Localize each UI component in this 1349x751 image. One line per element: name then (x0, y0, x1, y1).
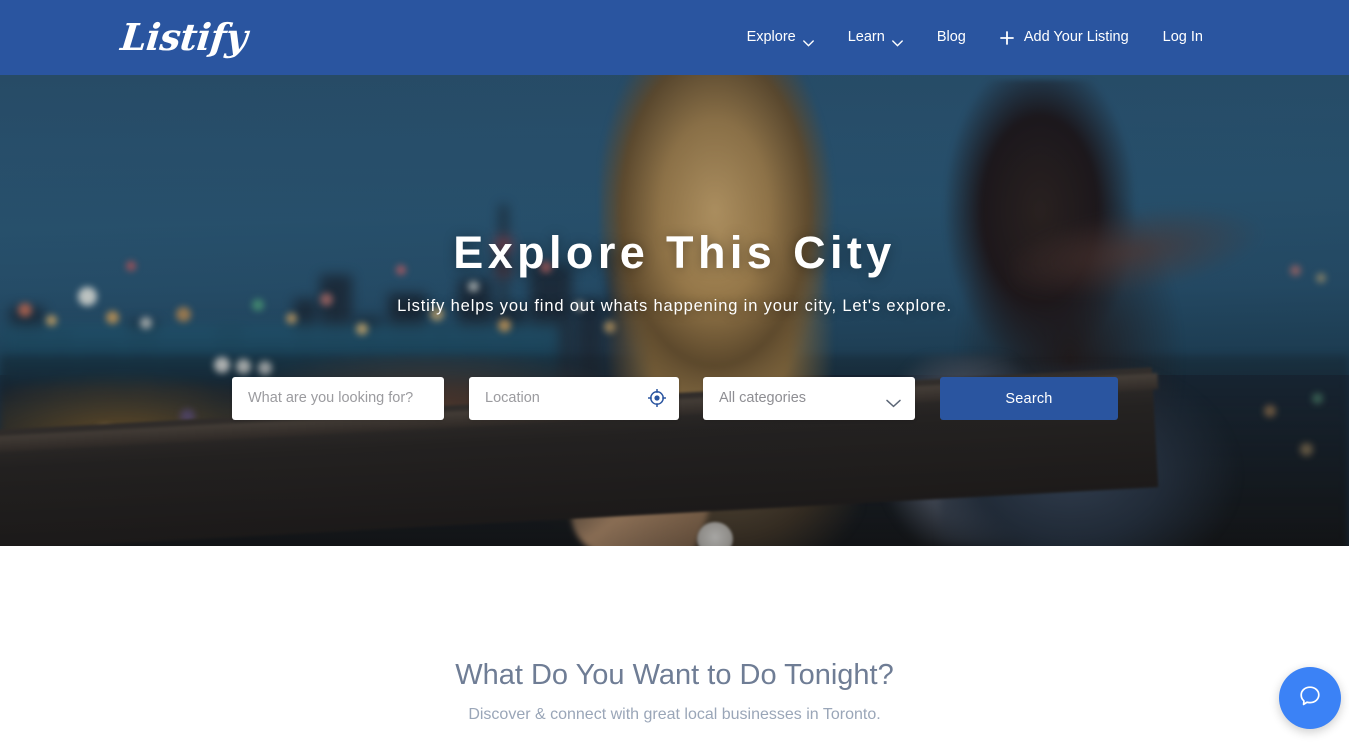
crosshair-locate-icon[interactable] (647, 388, 667, 408)
site-logo[interactable]: Listify (119, 14, 250, 60)
chevron-down-icon (802, 35, 814, 47)
search-location-field[interactable] (469, 377, 679, 420)
chevron-down-icon (886, 395, 901, 408)
section-subtitle: Discover & connect with great local busi… (468, 706, 881, 723)
category-select[interactable]: All categories (703, 377, 915, 420)
hero-section: Explore This City Listify helps you find… (0, 75, 1349, 546)
nav-item-explore[interactable]: Explore (730, 0, 831, 75)
search-keyword-field[interactable] (232, 377, 444, 420)
plus-icon (999, 30, 1014, 45)
nav-item-log-in-label: Log In (1162, 29, 1203, 45)
nav-item-learn[interactable]: Learn (831, 0, 920, 75)
section-title: What Do You Want to Do Tonight? (455, 659, 894, 691)
hero-search-bar: All categories Search (232, 377, 1118, 420)
page-root: Listify Explore Learn Blog Add Your List… (0, 0, 1349, 751)
search-button[interactable]: Search (940, 377, 1118, 420)
tonight-section: What Do You Want to Do Tonight? Discover… (0, 546, 1349, 751)
nav-item-learn-label: Learn (847, 29, 885, 45)
nav-item-blog[interactable]: Blog (920, 0, 983, 75)
search-input[interactable] (232, 377, 444, 420)
nav-item-add-your-listing-label: Add Your Listing (1023, 29, 1129, 45)
nav-item-blog-label: Blog (936, 29, 966, 45)
hero-content: Explore This City Listify helps you find… (0, 75, 1349, 546)
hero-subtitle: Listify helps you find out whats happeni… (397, 297, 952, 315)
help-chat-button[interactable] (1279, 667, 1341, 729)
main-navigation: Explore Learn Blog Add Your Listing Log … (730, 0, 1220, 75)
hero-title: Explore This City (453, 227, 896, 278)
site-header: Listify Explore Learn Blog Add Your List… (0, 0, 1349, 75)
category-select-value: All categories (719, 390, 807, 406)
nav-item-add-your-listing[interactable]: Add Your Listing (983, 0, 1146, 75)
chevron-down-icon (891, 35, 903, 47)
chat-bubble-icon (1297, 683, 1323, 714)
nav-item-log-in[interactable]: Log In (1146, 0, 1220, 75)
nav-item-explore-label: Explore (746, 29, 796, 45)
